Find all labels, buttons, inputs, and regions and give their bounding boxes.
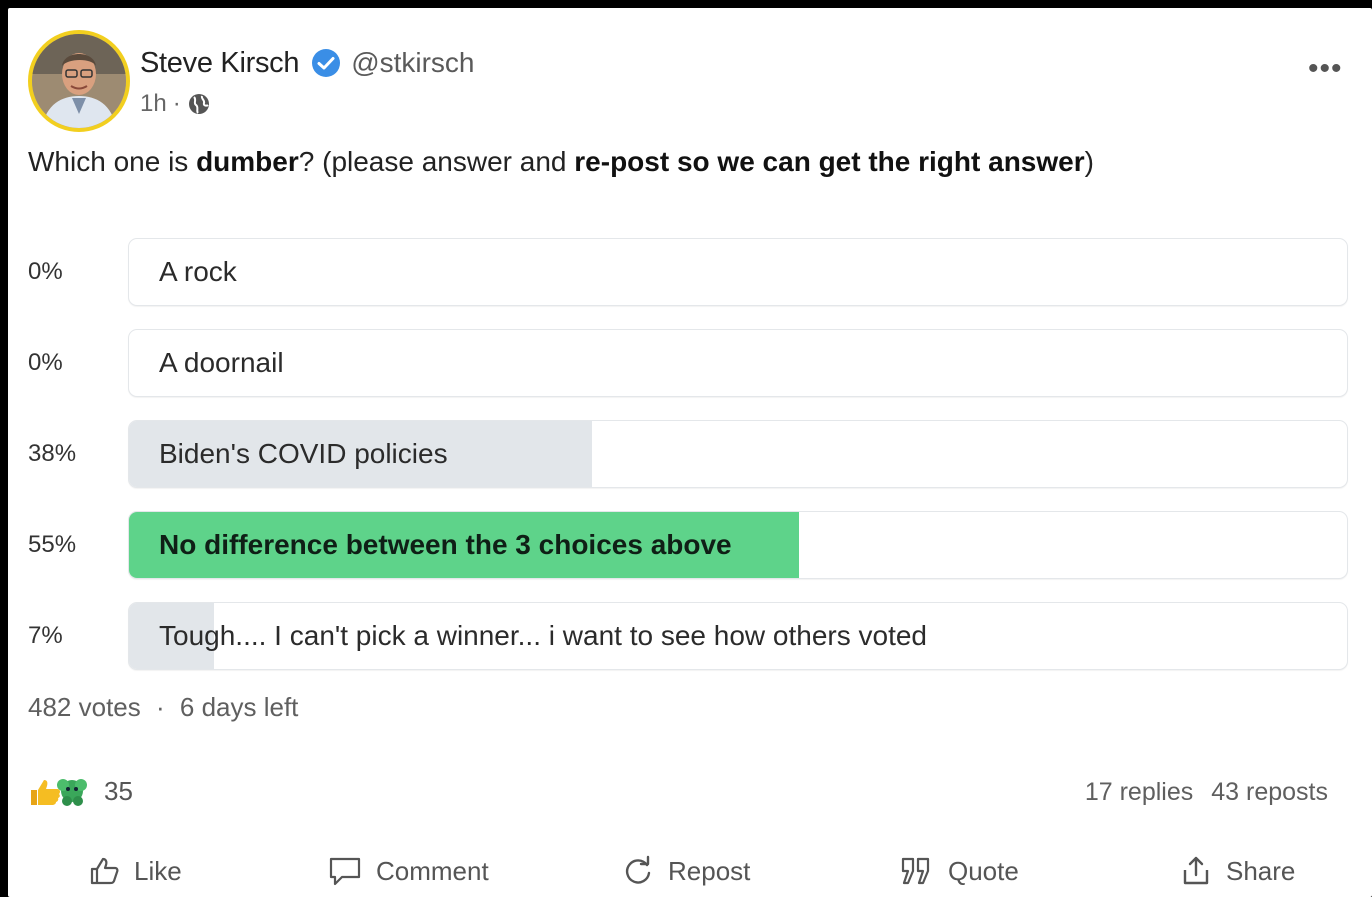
quote-label: Quote: [948, 855, 1019, 886]
time-left: 6 days left: [179, 692, 299, 722]
poll-option: 38% Biden's COVID policies: [28, 420, 1348, 488]
repost-label: Repost: [668, 855, 751, 886]
poll-option-box[interactable]: Biden's COVID policies: [128, 420, 1348, 488]
poll-option-percent: 0%: [28, 349, 63, 376]
share-button[interactable]: Share: [1180, 846, 1295, 896]
post-text-bold: re-post so we can get the right answer: [574, 146, 1085, 177]
post-text-segment: ? (please answer and: [298, 146, 575, 177]
more-options-icon[interactable]: •••: [1308, 52, 1343, 86]
poll-option: 0% A doornail: [28, 329, 1348, 397]
poll-option-label: Biden's COVID policies: [159, 438, 448, 469]
reaction-count: 35: [104, 776, 133, 806]
reactions-summary[interactable]: 35: [28, 776, 133, 807]
post-card: Steve Kirsch @stkirsch 1h · ••• Which on…: [8, 8, 1372, 897]
like-icon: [90, 857, 119, 885]
post-text-segment: ): [1084, 146, 1094, 177]
avatar-photo: [32, 34, 126, 128]
author-row: Steve Kirsch @stkirsch: [140, 46, 475, 80]
verified-badge-icon: [312, 49, 341, 77]
poll-option-box[interactable]: No difference between the 3 choices abov…: [128, 511, 1348, 579]
repost-button[interactable]: Repost: [622, 846, 750, 896]
replies-count[interactable]: 17 replies: [1085, 778, 1193, 806]
repost-icon: [625, 855, 651, 884]
post-meta: 1h ·: [140, 90, 211, 118]
poll-option-percent: 7%: [28, 622, 63, 649]
poll-option-box[interactable]: A rock: [128, 238, 1348, 306]
author-handle[interactable]: @stkirsch: [351, 47, 474, 79]
poll-option-box[interactable]: Tough.... I can't pick a winner... i wan…: [128, 602, 1348, 670]
poll-option: 55% No difference between the 3 choices a…: [28, 511, 1348, 579]
share-label: Share: [1226, 855, 1296, 886]
poll-option: 7% Tough.... I can't pick a winner... i w…: [28, 602, 1348, 670]
share-icon: [1183, 856, 1209, 885]
poll-option-percent: 55%: [28, 531, 77, 558]
care-icon: [57, 778, 87, 806]
like-label: Like: [134, 855, 182, 886]
poll-meta-separator: ·: [155, 692, 165, 722]
avatar[interactable]: [28, 30, 130, 132]
post-text-segment: Which one is: [28, 146, 197, 177]
poll-option-label: Tough.... I can't pick a winner... i wan…: [159, 620, 927, 651]
globe-icon: [188, 94, 209, 114]
post-text-bold: dumber: [196, 146, 299, 177]
comment-button[interactable]: Comment: [328, 846, 489, 896]
comment-label: Comment: [376, 855, 489, 886]
quote-button[interactable]: Quote: [898, 846, 1019, 896]
quote-icon: [901, 857, 930, 885]
like-button[interactable]: Like: [88, 846, 182, 896]
poll-option: 0% A rock: [28, 238, 1348, 306]
poll-option-label: No difference between the 3 choices abov…: [159, 529, 732, 560]
meta-separator: ·: [172, 90, 181, 117]
vote-count: 482 votes: [28, 692, 141, 722]
comment-icon: [329, 857, 361, 886]
post-text: Which one is dumber? (please answer and …: [28, 146, 1094, 178]
poll-option-label: A rock: [159, 256, 237, 287]
poll-meta: 482 votes · 6 days left: [28, 692, 298, 723]
author-name[interactable]: Steve Kirsch: [140, 47, 299, 80]
poll-option-box[interactable]: A doornail: [128, 329, 1348, 397]
engagement-stats: 17 replies 43 reposts: [1085, 778, 1328, 807]
reposts-count[interactable]: 43 reposts: [1211, 778, 1328, 806]
poll-option-label: A doornail: [159, 347, 284, 378]
post-time[interactable]: 1h: [140, 90, 167, 118]
poll-option-percent: 0%: [28, 258, 63, 285]
poll-option-percent: 38%: [28, 440, 77, 467]
